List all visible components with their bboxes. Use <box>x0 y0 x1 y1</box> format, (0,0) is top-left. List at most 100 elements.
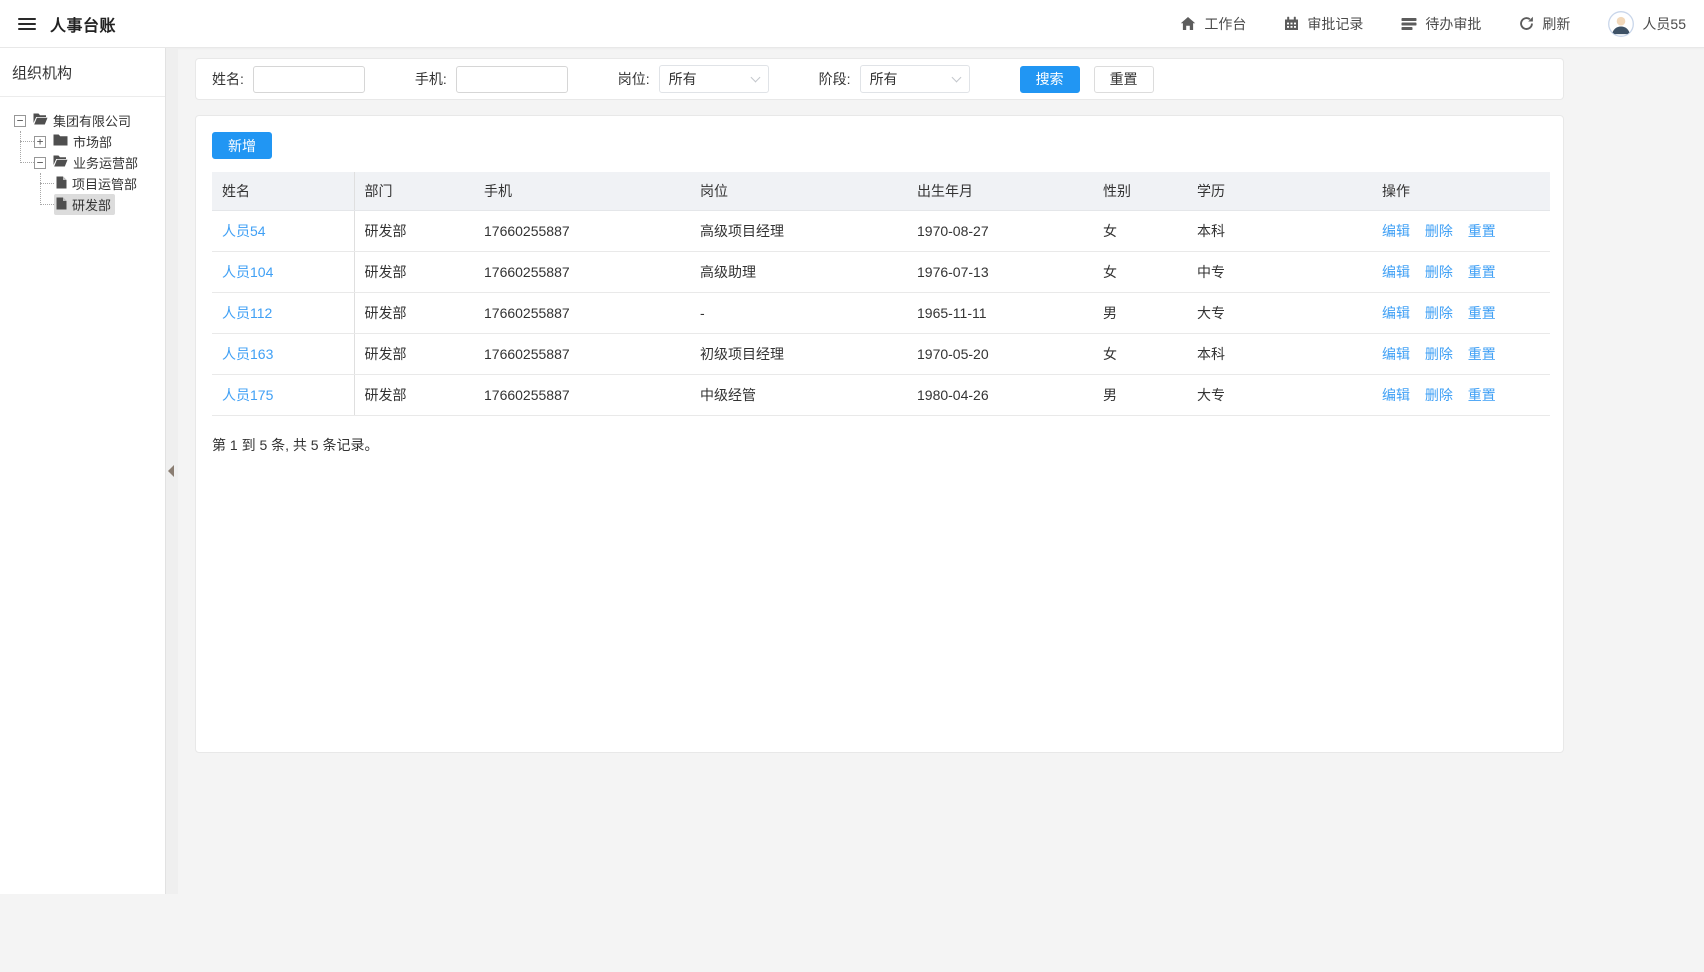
chevron-down-icon <box>951 73 961 83</box>
tree-node-label[interactable]: 研发部 <box>72 195 111 214</box>
row-reset-link[interactable]: 重置 <box>1468 346 1496 362</box>
tree-node-rd-dept[interactable]: 研发部 <box>6 194 159 215</box>
tree-node-marketing[interactable]: 市场部 <box>6 131 159 152</box>
tree-node-company[interactable]: 集团有限公司 <box>6 110 159 131</box>
main-layout: 组织机构 集团有限公司 市场部 <box>0 48 1704 894</box>
cell-phone: 17660255887 <box>474 375 690 416</box>
sidebar-title: 组织机构 <box>0 48 165 97</box>
col-header-phone: 手机 <box>474 172 690 211</box>
org-tree: 集团有限公司 市场部 业务运营部 项目运管部 <box>0 97 165 228</box>
cell-phone: 17660255887 <box>474 211 690 252</box>
edit-link[interactable]: 编辑 <box>1382 346 1410 362</box>
row-reset-link[interactable]: 重置 <box>1468 387 1496 403</box>
cell-edu: 本科 <box>1187 334 1372 375</box>
pagination-summary: 第 1 到 5 条, 共 5 条记录。 <box>212 435 1547 455</box>
cell-gender: 女 <box>1093 211 1187 252</box>
avatar-icon <box>1608 11 1634 37</box>
phone-filter-input[interactable] <box>456 66 568 93</box>
collapse-icon[interactable] <box>14 115 26 127</box>
cell-edu: 中专 <box>1187 252 1372 293</box>
stage-filter-value: 所有 <box>870 69 898 89</box>
row-reset-link[interactable]: 重置 <box>1468 305 1496 321</box>
cell-dept: 研发部 <box>354 293 474 334</box>
search-button[interactable]: 搜索 <box>1020 66 1080 93</box>
col-header-name: 姓名 <box>212 172 354 211</box>
row-reset-link[interactable]: 重置 <box>1468 223 1496 239</box>
personnel-table: 姓名 部门 手机 岗位 出生年月 性别 学历 操作 人员54 研发部 17660… <box>212 172 1550 416</box>
cell-actions: 编辑 删除 重置 <box>1372 334 1550 375</box>
cell-dept: 研发部 <box>354 375 474 416</box>
table-body: 人员54 研发部 17660255887 高级项目经理 1970-08-27 女… <box>212 211 1550 416</box>
reset-filters-button[interactable]: 重置 <box>1094 66 1154 93</box>
delete-link[interactable]: 删除 <box>1425 346 1453 362</box>
col-header-gender: 性别 <box>1093 172 1187 211</box>
folder-open-icon <box>33 113 48 128</box>
delete-link[interactable]: 删除 <box>1425 387 1453 403</box>
collapse-icon[interactable] <box>34 157 46 169</box>
sidebar-collapse-handle[interactable] <box>166 48 178 894</box>
col-header-dept: 部门 <box>354 172 474 211</box>
personnel-panel: 新增 姓名 部门 手机 岗位 出生年月 性别 学历 操作 <box>195 115 1564 753</box>
refresh-icon <box>1519 16 1534 31</box>
cell-birth: 1976-07-13 <box>907 252 1093 293</box>
tree-node-label[interactable]: 市场部 <box>73 132 112 151</box>
nav-approval-records-label: 审批记录 <box>1307 14 1363 34</box>
name-filter-input[interactable] <box>253 66 365 93</box>
person-name-link[interactable]: 人员175 <box>222 387 273 403</box>
cell-gender: 女 <box>1093 334 1187 375</box>
cell-actions: 编辑 删除 重置 <box>1372 293 1550 334</box>
post-filter-value: 所有 <box>669 69 697 89</box>
cell-dept: 研发部 <box>354 211 474 252</box>
user-menu[interactable]: 人员55 <box>1608 11 1686 37</box>
collapse-arrow-icon <box>168 465 174 477</box>
nav-refresh[interactable]: 刷新 <box>1519 14 1570 34</box>
cell-post: 高级项目经理 <box>690 211 907 252</box>
expand-icon[interactable] <box>34 136 46 148</box>
phone-filter-label: 手机: <box>415 69 447 89</box>
tree-node-label[interactable]: 业务运营部 <box>73 153 138 172</box>
person-name-link[interactable]: 人员104 <box>222 264 273 280</box>
cell-dept: 研发部 <box>354 252 474 293</box>
folder-open-icon <box>53 155 68 170</box>
cell-gender: 男 <box>1093 375 1187 416</box>
cell-dept: 研发部 <box>354 334 474 375</box>
cell-post: 中级经管 <box>690 375 907 416</box>
post-filter-select[interactable]: 所有 <box>659 65 769 93</box>
tree-node-project-ops[interactable]: 项目运管部 <box>6 173 159 194</box>
table-row: 人员54 研发部 17660255887 高级项目经理 1970-08-27 女… <box>212 211 1550 252</box>
tree-node-business-ops[interactable]: 业务运营部 <box>6 152 159 173</box>
cell-phone: 17660255887 <box>474 252 690 293</box>
filter-bar: 姓名: 手机: 岗位: 所有 阶段: 所有 搜索 <box>195 58 1564 100</box>
cell-edu: 大专 <box>1187 375 1372 416</box>
delete-link[interactable]: 删除 <box>1425 264 1453 280</box>
delete-link[interactable]: 删除 <box>1425 305 1453 321</box>
person-name-link[interactable]: 人员163 <box>222 346 273 362</box>
nav-pending-approvals[interactable]: 待办审批 <box>1401 14 1481 34</box>
nav-refresh-label: 刷新 <box>1542 14 1570 34</box>
edit-link[interactable]: 编辑 <box>1382 387 1410 403</box>
row-reset-link[interactable]: 重置 <box>1468 264 1496 280</box>
col-header-post: 岗位 <box>690 172 907 211</box>
cell-post: - <box>690 293 907 334</box>
stage-filter-select[interactable]: 所有 <box>860 65 970 93</box>
nav-approval-records[interactable]: 审批记录 <box>1284 14 1363 34</box>
delete-link[interactable]: 删除 <box>1425 223 1453 239</box>
edit-link[interactable]: 编辑 <box>1382 223 1410 239</box>
nav-workbench[interactable]: 工作台 <box>1180 14 1246 34</box>
person-name-link[interactable]: 人员54 <box>222 223 266 239</box>
table-row: 人员163 研发部 17660255887 初级项目经理 1970-05-20 … <box>212 334 1550 375</box>
cell-phone: 17660255887 <box>474 293 690 334</box>
col-header-birth: 出生年月 <box>907 172 1093 211</box>
name-filter-label: 姓名: <box>212 69 244 89</box>
tree-node-label[interactable]: 项目运管部 <box>72 174 137 193</box>
edit-link[interactable]: 编辑 <box>1382 305 1410 321</box>
tree-node-label[interactable]: 集团有限公司 <box>53 111 131 130</box>
cell-phone: 17660255887 <box>474 334 690 375</box>
top-nav: 工作台 审批记录 待办审批 刷新 人员55 <box>1180 11 1686 37</box>
person-name-link[interactable]: 人员112 <box>222 305 272 321</box>
add-button[interactable]: 新增 <box>212 132 272 159</box>
edit-link[interactable]: 编辑 <box>1382 264 1410 280</box>
org-sidebar: 组织机构 集团有限公司 市场部 <box>0 48 166 894</box>
menu-toggle-icon[interactable] <box>18 15 36 33</box>
nav-pending-approvals-label: 待办审批 <box>1425 14 1481 34</box>
